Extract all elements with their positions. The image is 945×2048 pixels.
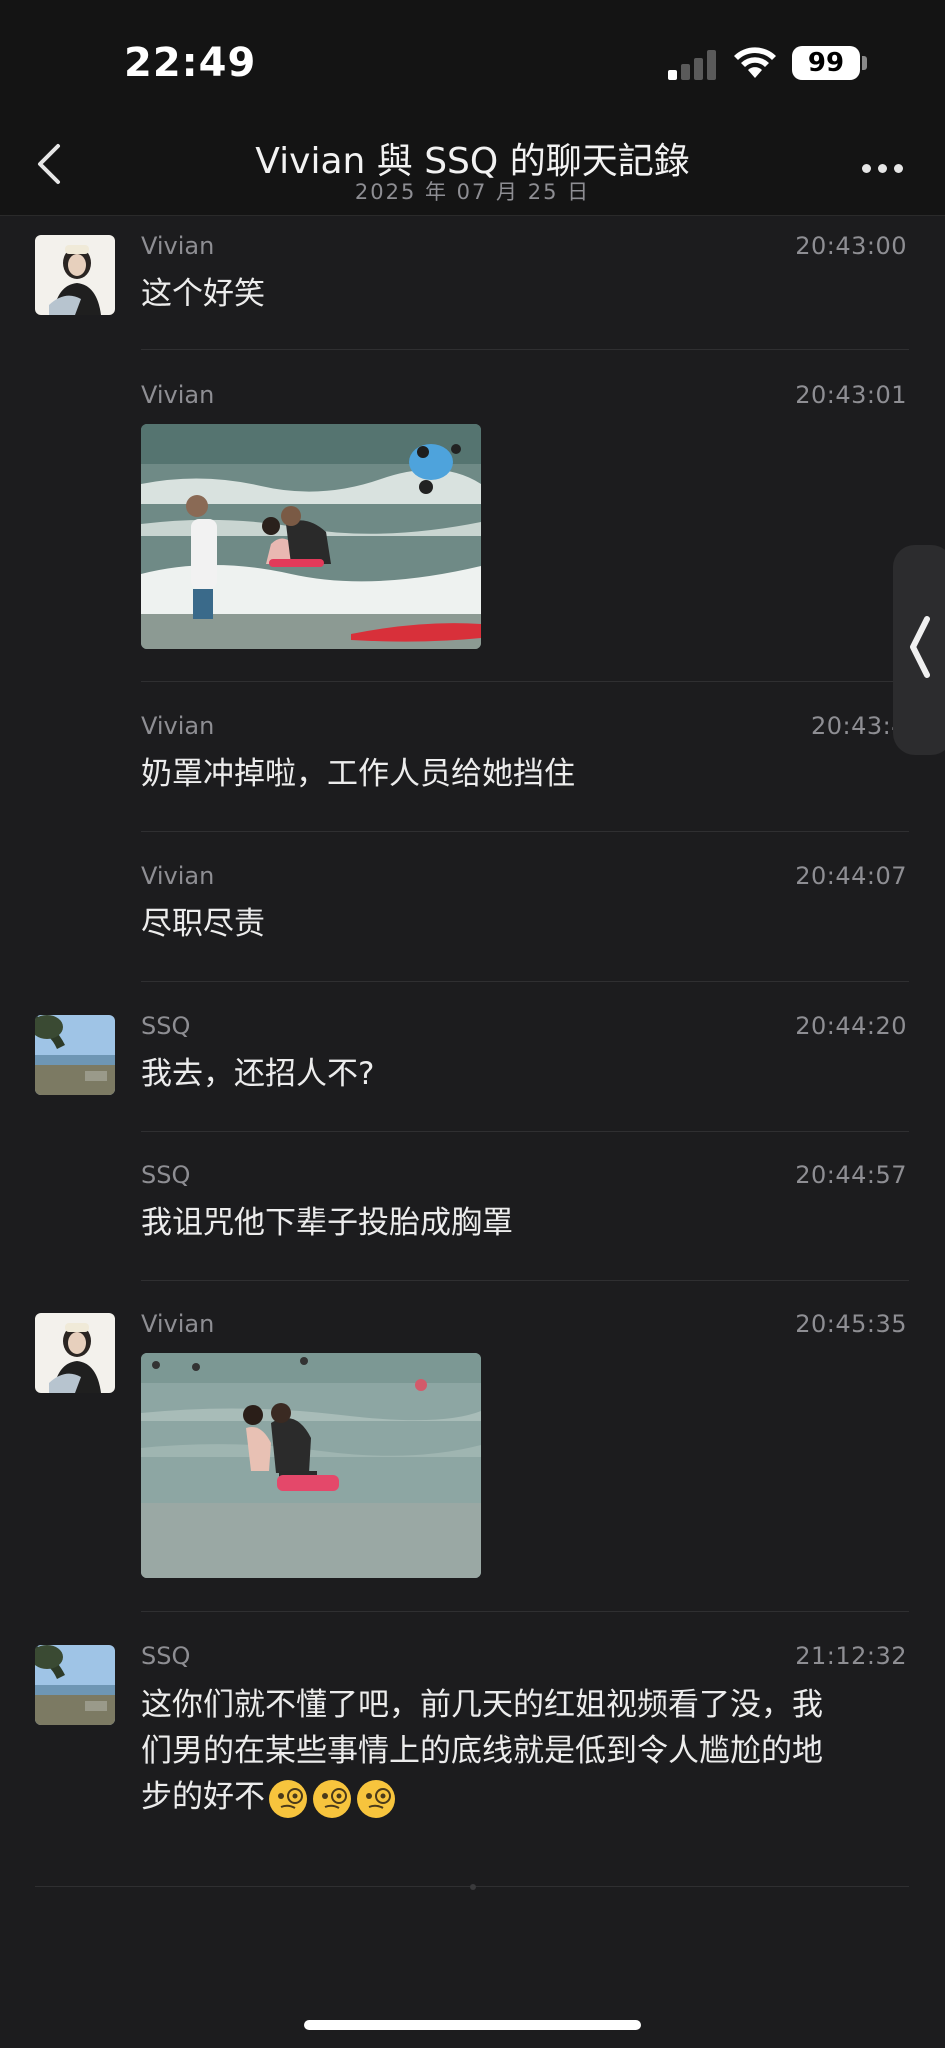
ssq-avatar[interactable]: [35, 1645, 115, 1725]
sender-name: Vivian: [141, 712, 215, 740]
home-indicator[interactable]: [304, 2020, 641, 2030]
chat-date: 2025 年 07 月 25 日: [354, 180, 591, 204]
battery-indicator: 99: [792, 46, 860, 80]
page-dot: [470, 1884, 476, 1890]
divider: [141, 1131, 909, 1132]
status-bar: 22:49 99: [0, 0, 945, 120]
message-timestamp: 20:44:07: [795, 862, 907, 890]
message-timestamp: 21:12:32: [795, 1642, 907, 1670]
nav-bar: Vivian 與 SSQ 的聊天記錄 2025 年 07 月 25 日: [0, 120, 945, 216]
face-with-monocle-emoji: [357, 1779, 395, 1818]
divider: [141, 831, 909, 832]
message-timestamp: 20:44:57: [795, 1161, 907, 1189]
battery-nub: [862, 56, 867, 70]
status-time: 22:49: [124, 40, 257, 86]
chevron-left-icon: [910, 616, 930, 678]
divider: [141, 981, 909, 982]
message-line-text: 步的好不: [141, 1779, 265, 1815]
beach-surf-photo[interactable]: [141, 1353, 481, 1578]
ssq-avatar[interactable]: [35, 1015, 115, 1095]
vivian-avatar[interactable]: [35, 235, 115, 315]
message-text: 我诅咒他下辈子投胎成胸罩: [141, 1205, 513, 1241]
message-line: 们男的在某些事情上的底线就是低到令人尴尬的地: [141, 1733, 823, 1769]
message-line: 步的好不: [141, 1774, 911, 1820]
sender-name: SSQ: [141, 1642, 191, 1670]
message-text: 尽职尽责: [141, 906, 265, 942]
message-timestamp: 20:43:01: [795, 381, 907, 409]
message-text: 我去，还招人不?: [141, 1056, 375, 1092]
more-options-icon[interactable]: [858, 160, 908, 180]
message-line: 这你们就不懂了吧，前几天的红姐视频看了没，我: [141, 1687, 823, 1723]
face-with-monocle-emoji: [269, 1779, 307, 1818]
sender-name: SSQ: [141, 1012, 191, 1040]
vivian-avatar[interactable]: [35, 1313, 115, 1393]
message-text: 这个好笑: [141, 276, 265, 312]
divider: [141, 681, 909, 682]
sender-name: Vivian: [141, 1310, 215, 1338]
message-text: 这你们就不懂了吧，前几天的红姐视频看了没，我 们男的在某些事情上的底线就是低到令…: [141, 1682, 911, 1820]
divider: [141, 1611, 909, 1612]
sender-name: Vivian: [141, 232, 215, 260]
face-with-monocle-emoji: [313, 1779, 351, 1818]
signal-icon: [668, 50, 720, 80]
divider: [141, 1280, 909, 1281]
sender-name: SSQ: [141, 1161, 191, 1189]
wifi-icon: [734, 47, 776, 78]
message-timestamp: 20:45:35: [795, 1310, 907, 1338]
message-timestamp: 20:43:00: [795, 232, 907, 260]
message-text: 奶罩冲掉啦，工作人员给她挡住: [141, 756, 575, 792]
sender-name: Vivian: [141, 381, 215, 409]
side-panel-handle[interactable]: [893, 545, 945, 755]
beach-surf-photo[interactable]: [141, 424, 481, 649]
divider: [141, 349, 909, 350]
message-timestamp: 20:44:20: [795, 1012, 907, 1040]
sender-name: Vivian: [141, 862, 215, 890]
